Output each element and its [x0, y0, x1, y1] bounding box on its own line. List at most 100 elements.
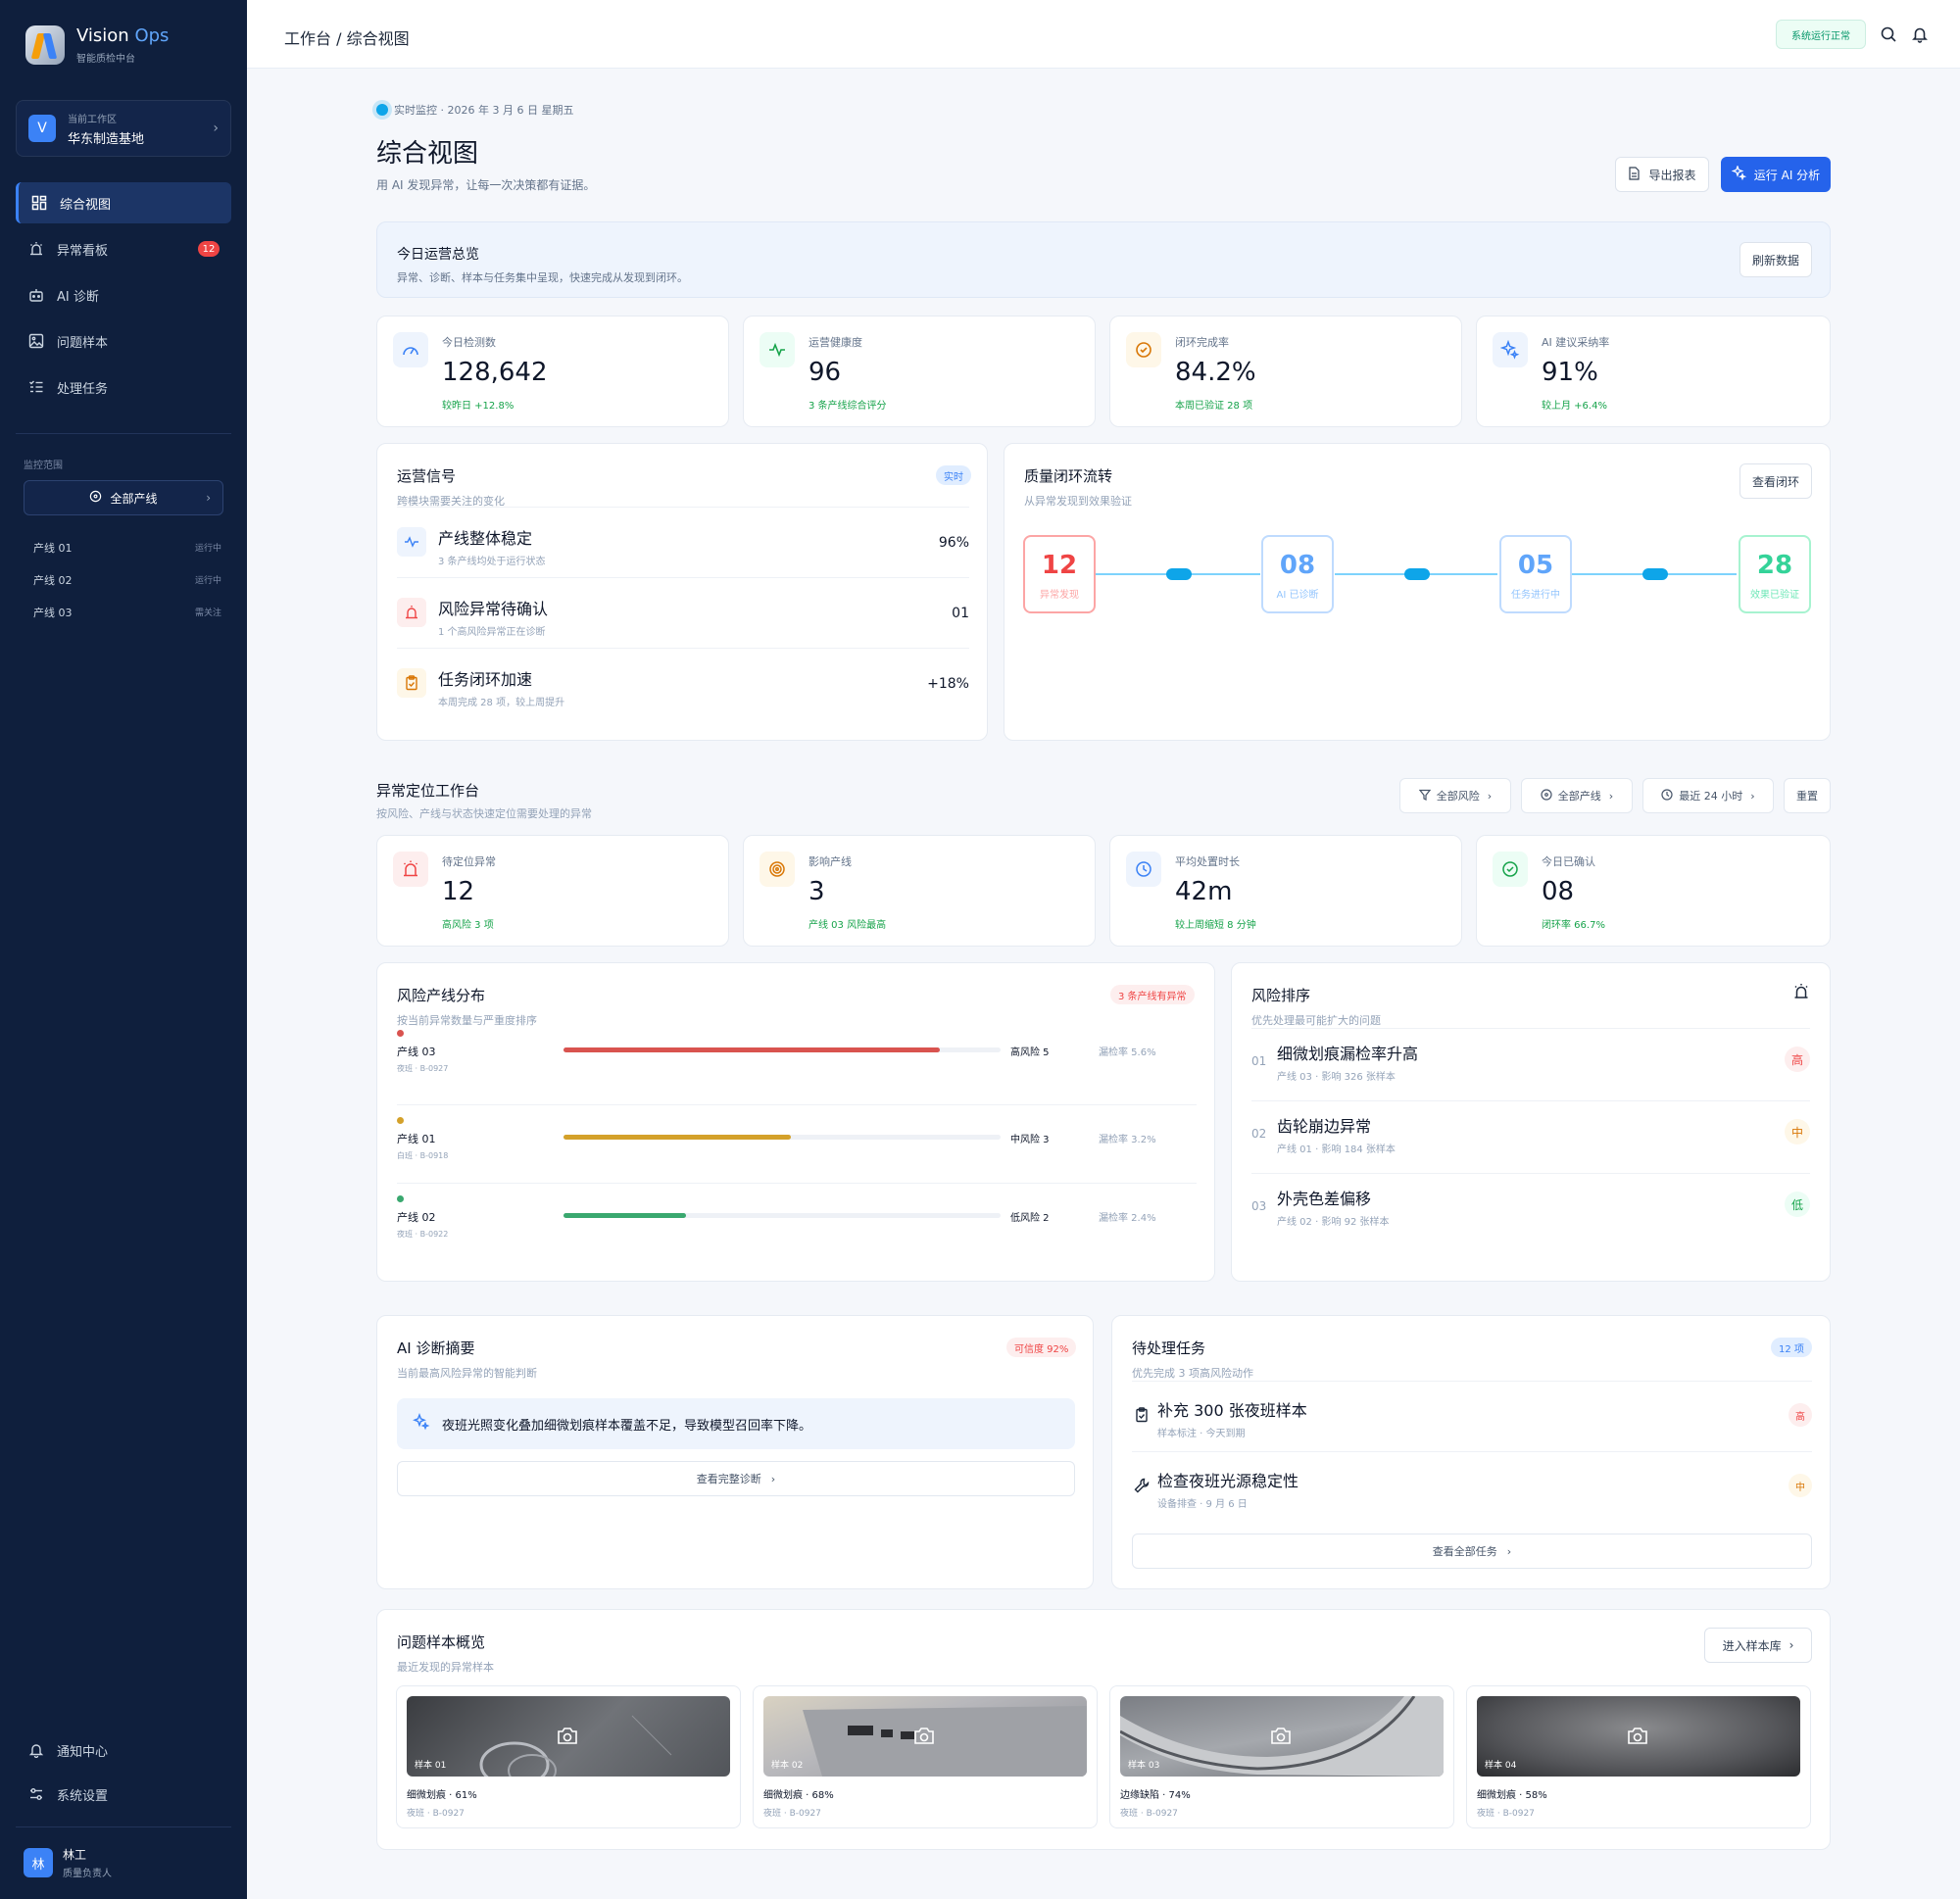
ai-summary-card: AI 诊断摘要 当前最高风险异常的智能判断 可信度 92% 夜班光照变化叠加细微…	[376, 1315, 1094, 1589]
line-filter[interactable]: 全部产线 ›	[1521, 778, 1633, 813]
sample-name: 边缘缺陷 · 74%	[1120, 1790, 1191, 1801]
rank-number: 02	[1251, 1127, 1267, 1141]
nav-item-anomaly-board[interactable]: 异常看板 12	[16, 228, 231, 269]
sidebar: Vision Ops 智能质检中台 V 当前工作区 华东制造基地 › 综合视图 …	[0, 0, 247, 1899]
task-title: 补充 300 张夜班样本	[1157, 1401, 1307, 1420]
risk-bar-track	[564, 1213, 1001, 1218]
flow-progress-dot	[1642, 568, 1668, 580]
line-item[interactable]: 产线 02 运行中	[33, 563, 221, 596]
line-item[interactable]: 产线 01 运行中	[33, 531, 221, 563]
sample-card[interactable]: 样本 04 细微划痕 · 58% 夜班 · B-0927	[1466, 1685, 1811, 1828]
button-label: 刷新数据	[1751, 253, 1799, 268]
nav-item-ai-diagnosis[interactable]: AI 诊断	[16, 274, 231, 316]
risk-rank-row[interactable]: 02 齿轮崩边异常 产线 01 · 影响 184 张样本 中	[1251, 1100, 1810, 1173]
refresh-data-button[interactable]: 刷新数据	[1740, 242, 1812, 277]
severity-badge: 低	[1785, 1192, 1810, 1217]
risk-rank-row[interactable]: 03 外壳色差偏移 产线 02 · 影响 92 张样本 低	[1251, 1173, 1810, 1245]
sample-name: 细微划痕 · 58%	[1477, 1790, 1547, 1801]
workspace-avatar: V	[28, 115, 56, 142]
workspace-label: 当前工作区	[68, 114, 117, 125]
nav-item-tasks[interactable]: 处理任务	[16, 366, 231, 408]
nav-item-overview[interactable]: 综合视图	[16, 182, 231, 223]
workspace-switcher[interactable]: V 当前工作区 华东制造基地 ›	[16, 100, 231, 157]
risk-line-row[interactable]: 产线 02 夜班 · B-0922 低风险 2 漏检率 2.4%	[397, 1183, 1197, 1261]
live-indicator: 实时监控 · 2026 年 3 月 6 日 星期五	[376, 102, 573, 118]
section-title: 异常定位工作台	[376, 782, 480, 800]
signal-row[interactable]: 任务闭环加速 本周完成 28 项，较上周提升 +18%	[397, 648, 969, 718]
risk-rank-row[interactable]: 01 细微划痕漏检率升高 产线 03 · 影响 326 张样本 高	[1251, 1028, 1810, 1100]
risk-line-row[interactable]: 产线 01 白班 · B-0918 中风险 3 漏检率 3.2%	[397, 1104, 1197, 1183]
priority-badge: 高	[1788, 1403, 1812, 1427]
nav-label: AI 诊断	[57, 289, 99, 305]
line-item[interactable]: 产线 03 需关注	[33, 596, 221, 628]
target-icon	[89, 490, 102, 506]
camera-icon	[558, 1728, 577, 1744]
pulse-icon	[397, 527, 426, 557]
view-loop-button[interactable]: 查看闭环	[1740, 463, 1812, 499]
flow-node-detected[interactable]: 12 异常发现	[1023, 535, 1096, 613]
breadcrumb: 工作台 / 综合视图	[284, 29, 410, 48]
sample-meta: 夜班 · B-0927	[407, 1809, 465, 1819]
sample-card[interactable]: 样本 01 细微划痕 · 61% 夜班 · B-0927	[396, 1685, 741, 1828]
sample-thumbnail: 样本 03	[1120, 1696, 1444, 1777]
line-status: 需关注	[194, 609, 221, 618]
risk-bar-fill	[564, 1135, 791, 1140]
line-name: 产线 02	[33, 573, 73, 587]
brand[interactable]: Vision Ops 智能质检中台	[25, 25, 169, 65]
flow-label: AI 已诊断	[1276, 590, 1319, 601]
risk-filter[interactable]: 全部风险 ›	[1399, 778, 1511, 813]
risk-ranking-card: 风险排序 优先处理最可能扩大的问题 01 细微划痕漏检率升高 产线 03 · 影…	[1231, 962, 1831, 1282]
sample-tag: 样本 01	[415, 1761, 447, 1771]
nav-item-problem-samples[interactable]: 问题样本	[16, 320, 231, 362]
card-subtitle: 当前最高风险异常的智能判断	[397, 1367, 537, 1380]
divider	[16, 1826, 231, 1827]
miss-rate: 漏检率 2.4%	[1099, 1213, 1156, 1224]
card-subtitle: 从异常发现到效果验证	[1024, 495, 1132, 508]
nav-item-notifications[interactable]: 通知中心	[16, 1730, 231, 1770]
open-sample-library-button[interactable]: 进入样本库 ›	[1704, 1628, 1812, 1663]
kpi-note: 本周已验证 28 项	[1175, 401, 1253, 412]
line-name: 产线 02	[397, 1211, 436, 1224]
nav-item-settings[interactable]: 系统设置	[16, 1775, 231, 1814]
run-ai-analysis-button[interactable]: 运行 AI 分析	[1721, 157, 1831, 192]
view-full-diagnosis-button[interactable]: 查看完整诊断 ›	[397, 1461, 1075, 1496]
flow-count: 28	[1756, 551, 1793, 580]
chevron-right-icon: ›	[206, 491, 211, 505]
search-icon[interactable]	[1878, 24, 1899, 45]
kpi-label: 运营健康度	[808, 336, 862, 349]
overview-subtitle: 异常、诊断、样本与任务集中呈现，快速完成从发现到闭环。	[397, 271, 688, 284]
flow-node-verified[interactable]: 28 效果已验证	[1739, 535, 1811, 613]
signal-subtitle: 3 条产线均处于运行状态	[438, 557, 546, 567]
line-status: 运行中	[194, 576, 221, 586]
view-all-tasks-button[interactable]: 查看全部任务 ›	[1132, 1534, 1812, 1569]
kpi-note: 闭环率 66.7%	[1542, 920, 1605, 931]
task-row[interactable]: 检查夜班光源稳定性 设备排查 · 9 月 6 日 中	[1132, 1451, 1812, 1522]
ai-summary-text: 夜班光照变化叠加细微划痕样本覆盖不足，导致模型召回率下降。	[442, 1418, 812, 1434]
user-profile[interactable]: 林 林工 质量负责人	[24, 1846, 112, 1879]
line-scope-select[interactable]: 全部产线 ›	[24, 480, 223, 515]
realtime-badge: 实时	[936, 465, 971, 485]
kpi-value: 42m	[1175, 877, 1233, 906]
sample-thumbnail: 样本 02	[763, 1696, 1087, 1777]
rank-number: 01	[1251, 1054, 1267, 1068]
bell-icon[interactable]	[1909, 24, 1931, 45]
signal-row[interactable]: 产线整体稳定 3 条产线均处于运行状态 96%	[397, 507, 969, 577]
brand-subtitle: 智能质检中台	[76, 54, 135, 65]
flow-node-diagnosed[interactable]: 08 AI 已诊断	[1261, 535, 1334, 613]
flow-label: 任务进行中	[1511, 590, 1560, 601]
avatar: 林	[24, 1848, 53, 1877]
signal-title: 产线整体稳定	[438, 529, 533, 548]
sample-card[interactable]: 样本 03 边缘缺陷 · 74% 夜班 · B-0927	[1109, 1685, 1454, 1828]
export-report-button[interactable]: 导出报表	[1615, 157, 1709, 192]
reset-filters-button[interactable]: 重置	[1784, 778, 1831, 813]
flow-node-in-progress[interactable]: 05 任务进行中	[1499, 535, 1572, 613]
task-row[interactable]: 补充 300 张夜班样本 样本标注 · 今天到期 高	[1132, 1381, 1812, 1451]
risk-line-row[interactable]: 产线 03 夜班 · B-0927 高风险 5 漏检率 5.6%	[397, 1026, 1197, 1104]
time-range-filter[interactable]: 最近 24 小时 ›	[1642, 778, 1774, 813]
flow-progress-dot	[1404, 568, 1430, 580]
camera-icon	[914, 1728, 934, 1744]
sample-card[interactable]: 样本 02 细微划痕 · 68% 夜班 · B-0927	[753, 1685, 1098, 1828]
bell-icon	[27, 1741, 45, 1759]
signal-row[interactable]: 风险异常待确认 1 个高风险异常正在诊断 01	[397, 577, 969, 648]
task-title: 检查夜班光源稳定性	[1157, 1472, 1299, 1490]
